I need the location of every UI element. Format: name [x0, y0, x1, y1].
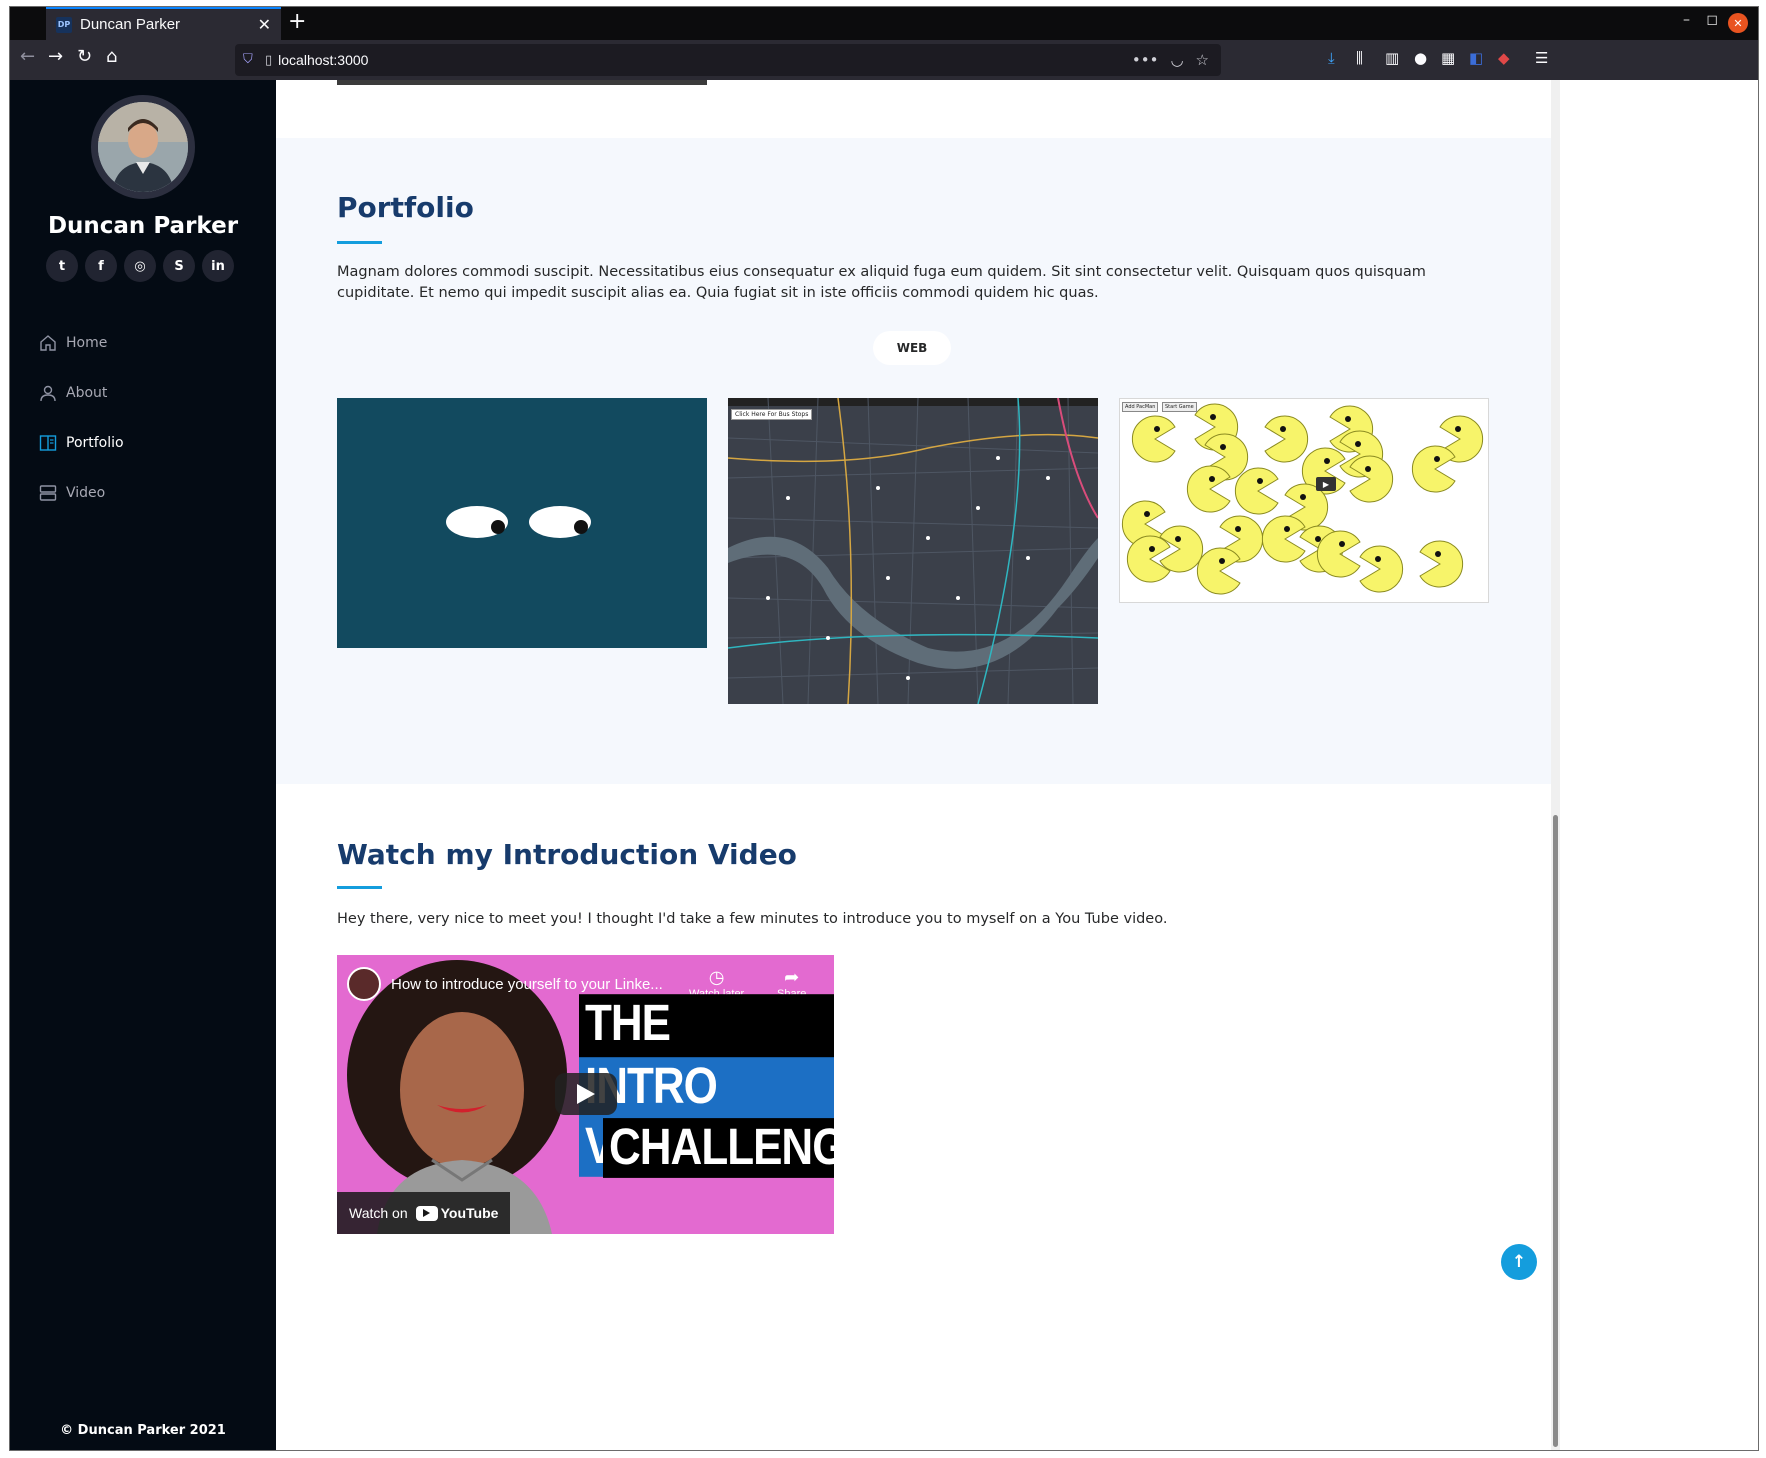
sidebar-item-label: About — [66, 385, 108, 401]
bus-stops-button[interactable]: Click Here For Bus Stops — [731, 409, 813, 420]
forward-arrow-icon[interactable]: → — [48, 46, 63, 67]
home-icon[interactable]: ⌂ — [106, 46, 117, 67]
download-icon[interactable]: ⤓ — [1328, 49, 1335, 67]
url-text[interactable]: localhost:3000 — [278, 52, 1132, 68]
sidebar-item-label: Video — [66, 485, 106, 501]
play-button[interactable] — [555, 1073, 617, 1115]
portfolio-section: Portfolio Magnam dolores commodi suscipi… — [276, 138, 1560, 784]
browser-window: DP Duncan Parker ✕ + – ◻ ✕ ← → ↻ ⌂ ⛉ ▯ l… — [9, 6, 1759, 1451]
page-icon: ▯ — [265, 52, 273, 68]
title-underline — [337, 241, 382, 244]
facebook-icon[interactable]: f — [85, 250, 117, 282]
extension-red-icon[interactable]: ◆ — [1498, 49, 1510, 67]
thumbnail-headline-3: CHALLENGE — [603, 1118, 834, 1178]
twitter-icon[interactable]: t — [46, 250, 78, 282]
copyright: © Duncan Parker 2021 — [60, 1423, 226, 1438]
portfolio-item-map[interactable]: Click Here For Bus Stops — [728, 398, 1098, 704]
new-tab-button[interactable]: + — [288, 9, 306, 34]
video-title[interactable]: How to introduce yourself to your Linke.… — [391, 976, 663, 993]
bookmark-star-icon[interactable]: ☆ — [1196, 51, 1209, 69]
close-tab-icon[interactable]: ✕ — [258, 15, 271, 34]
reload-icon[interactable]: ↻ — [77, 46, 92, 67]
site-favicon-icon: DP — [56, 16, 72, 33]
tab-bar: DP Duncan Parker ✕ + – ◻ ✕ — [10, 7, 1758, 40]
maximize-icon[interactable]: ◻ — [1706, 12, 1718, 28]
person-icon — [38, 383, 58, 403]
youtube-logo-icon: YouTube — [415, 1205, 498, 1221]
hamburger-menu-icon[interactable]: ☰ — [1535, 49, 1548, 67]
portfolio-item-pacman[interactable]: Add PacMan Start Game ▶ — [1119, 398, 1489, 603]
skype-icon[interactable]: S — [163, 250, 195, 282]
more-actions-icon[interactable]: ••• — [1132, 51, 1159, 69]
watch-on-youtube-button[interactable]: Watch on YouTube — [337, 1192, 511, 1234]
channel-avatar[interactable] — [347, 967, 381, 1001]
sidebar-item-label: Home — [66, 335, 108, 351]
portfolio-title: Portfolio — [337, 191, 474, 224]
portfolio-item-eyes[interactable] — [337, 398, 707, 648]
tracking-shield-icon[interactable]: ⛉ — [243, 52, 257, 68]
previous-section-image — [337, 80, 707, 85]
linkedin-icon[interactable]: in — [202, 250, 234, 282]
back-arrow-icon[interactable]: ← — [20, 46, 35, 67]
server-icon — [38, 483, 58, 503]
portfolio-description: Magnam dolores commodi suscipit. Necessi… — [337, 264, 1426, 301]
tab-title: Duncan Parker — [80, 16, 181, 33]
play-icon: ▶ — [1316, 477, 1336, 491]
watch-on-label: Watch on — [349, 1205, 408, 1221]
house-icon — [38, 333, 58, 353]
instagram-icon[interactable]: ◎ — [124, 250, 156, 282]
browser-toolbar: ← → ↻ ⌂ ⛉ ▯ localhost:3000 ••• ◡ ☆ ⤓ ⫼ ▥… — [10, 40, 1758, 80]
address-bar[interactable]: ⛉ ▯ localhost:3000 ••• ◡ ☆ — [235, 44, 1221, 76]
sidebar-item-video[interactable]: Video — [38, 468, 124, 518]
extension-d-icon[interactable]: ● — [1414, 49, 1427, 67]
left-eye — [446, 506, 508, 538]
extension-flag-icon[interactable]: ◧ — [1469, 49, 1483, 67]
scrollbar-thumb[interactable] — [1553, 815, 1558, 1447]
start-game-button[interactable]: Start Game — [1162, 402, 1197, 412]
page-scrollbar[interactable] — [1551, 80, 1560, 1450]
tab-active[interactable]: DP Duncan Parker ✕ — [46, 7, 281, 40]
video-section-title: Watch my Introduction Video — [337, 838, 797, 871]
sidebar: Duncan Parker t f ◎ S in Home About Port… — [10, 80, 276, 1450]
window-close-icon[interactable]: ✕ — [1728, 13, 1748, 33]
sidebar-item-portfolio[interactable]: Portfolio — [38, 418, 124, 468]
library-icon[interactable]: ⫼ — [1356, 49, 1363, 67]
add-pacman-button[interactable]: Add PacMan — [1122, 402, 1159, 412]
youtube-embed[interactable]: How to introduce yourself to your Linke.… — [337, 955, 834, 1234]
title-underline — [337, 886, 382, 889]
pocket-icon[interactable]: ◡ — [1170, 51, 1183, 69]
play-icon — [577, 1084, 595, 1104]
sidebar-item-about[interactable]: About — [38, 368, 124, 418]
page-viewport: Duncan Parker t f ◎ S in Home About Port… — [10, 80, 1758, 1450]
sidebar-nav: Home About Portfolio Video — [38, 318, 124, 518]
clock-icon: ◷ — [708, 967, 725, 988]
profile-avatar — [91, 95, 195, 199]
book-icon — [38, 433, 58, 453]
video-description: Hey there, very nice to meet you! I thou… — [337, 911, 1168, 927]
share-arrow-icon: ➦ — [784, 967, 800, 988]
right-eye — [529, 506, 591, 538]
filter-web-button[interactable]: WEB — [873, 331, 951, 365]
social-links: t f ◎ S in — [46, 250, 234, 282]
sidebar-item-label: Portfolio — [66, 435, 124, 451]
minimize-icon[interactable]: – — [1683, 12, 1690, 28]
profile-name: Duncan Parker — [47, 213, 239, 239]
sidebar-toggle-icon[interactable]: ▥ — [1385, 49, 1399, 67]
sidebar-item-home[interactable]: Home — [38, 318, 124, 368]
extension-grid-icon[interactable]: ▦ — [1441, 49, 1455, 67]
main-content: Portfolio Magnam dolores commodi suscipi… — [276, 80, 1560, 1450]
back-to-top-button[interactable]: ↑ — [1501, 1244, 1537, 1280]
